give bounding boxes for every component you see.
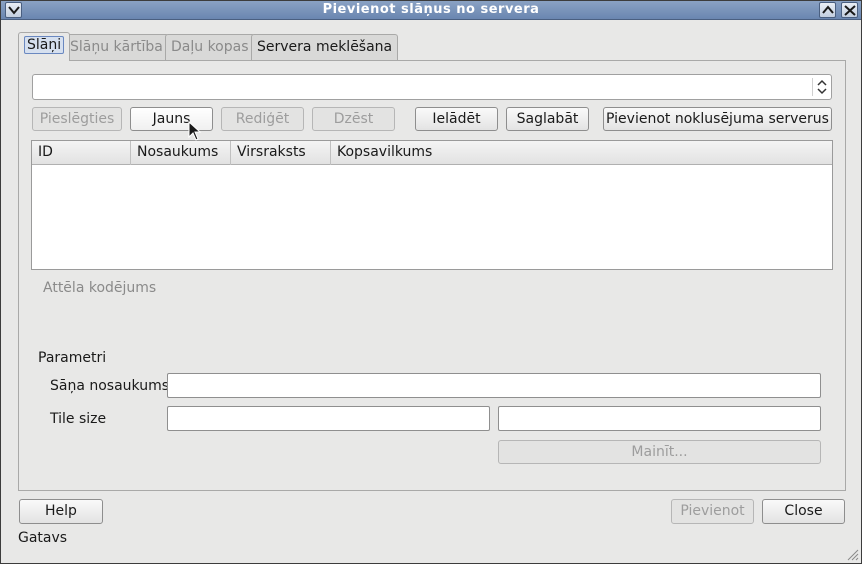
edit-button[interactable]: Rediģēt [221,107,304,131]
layers-table-header: ID Nosaukums Virsraksts Kopsavilkums [32,141,832,165]
updown-arrow-icon [817,79,827,95]
tile-height-input[interactable] [498,406,821,431]
dialog-window: Pievienot slāņus no servera Slāņi Slāņu … [0,0,862,564]
layers-table[interactable]: ID Nosaukums Virsraksts Kopsavilkums [31,140,833,270]
layer-name-input[interactable] [167,373,821,398]
status-bar: Gatavs [1,527,861,563]
layer-name-label: Sāņa nosaukums [50,378,170,394]
status-text: Gatavs [18,530,68,546]
tab-layer-order-label: Slāņu kārtība [70,39,163,55]
tab-server-search-label: Servera meklēšana [257,39,393,55]
help-button[interactable]: Help [19,499,103,524]
tab-layer-order[interactable]: Slāņu kārtība [64,34,169,60]
add-default-servers-button[interactable]: Pievienot noklusējuma serverus [603,107,832,131]
mouse-cursor-icon [188,121,202,141]
image-encoding-label: Attēla kodējums [43,280,157,296]
close-button[interactable]: Close [762,499,845,524]
close-window-button[interactable] [841,2,858,18]
close-icon [844,5,856,16]
add-button[interactable]: Pievienot [671,499,754,524]
tab-layers[interactable]: Slāņi [18,32,71,61]
connect-button[interactable]: Pieslēgties [32,107,122,131]
column-header-title[interactable]: Virsraksts [231,141,331,165]
resize-grip-icon[interactable] [847,549,859,561]
change-button[interactable]: Mainīt... [498,440,821,464]
tab-server-search[interactable]: Servera meklēšana [251,34,399,60]
column-header-name[interactable]: Nosaukums [131,141,231,165]
save-button[interactable]: Saglabāt [506,107,589,131]
column-header-id[interactable]: ID [32,141,131,165]
title-bar[interactable]: Pievienot slāņus no servera [1,1,861,20]
delete-button[interactable]: Dzēst [312,107,395,131]
tab-tilesets-label: Daļu kopas [171,39,249,55]
column-header-abstract[interactable]: Kopsavilkums [331,141,832,165]
tile-size-label: Tile size [50,411,107,427]
server-connection-combo[interactable] [32,74,832,100]
tile-width-input[interactable] [167,406,490,431]
window-title: Pievienot slāņus no servera [322,2,540,17]
parameters-group-label: Parametri [38,350,107,366]
combo-arrow[interactable] [812,78,828,96]
load-button[interactable]: Ielādēt [415,107,498,131]
maximize-button[interactable] [819,2,836,18]
tab-tilesets[interactable]: Daļu kopas [165,34,255,60]
tab-layers-label: Slāņi [24,36,65,54]
chevron-up-icon [822,5,834,14]
